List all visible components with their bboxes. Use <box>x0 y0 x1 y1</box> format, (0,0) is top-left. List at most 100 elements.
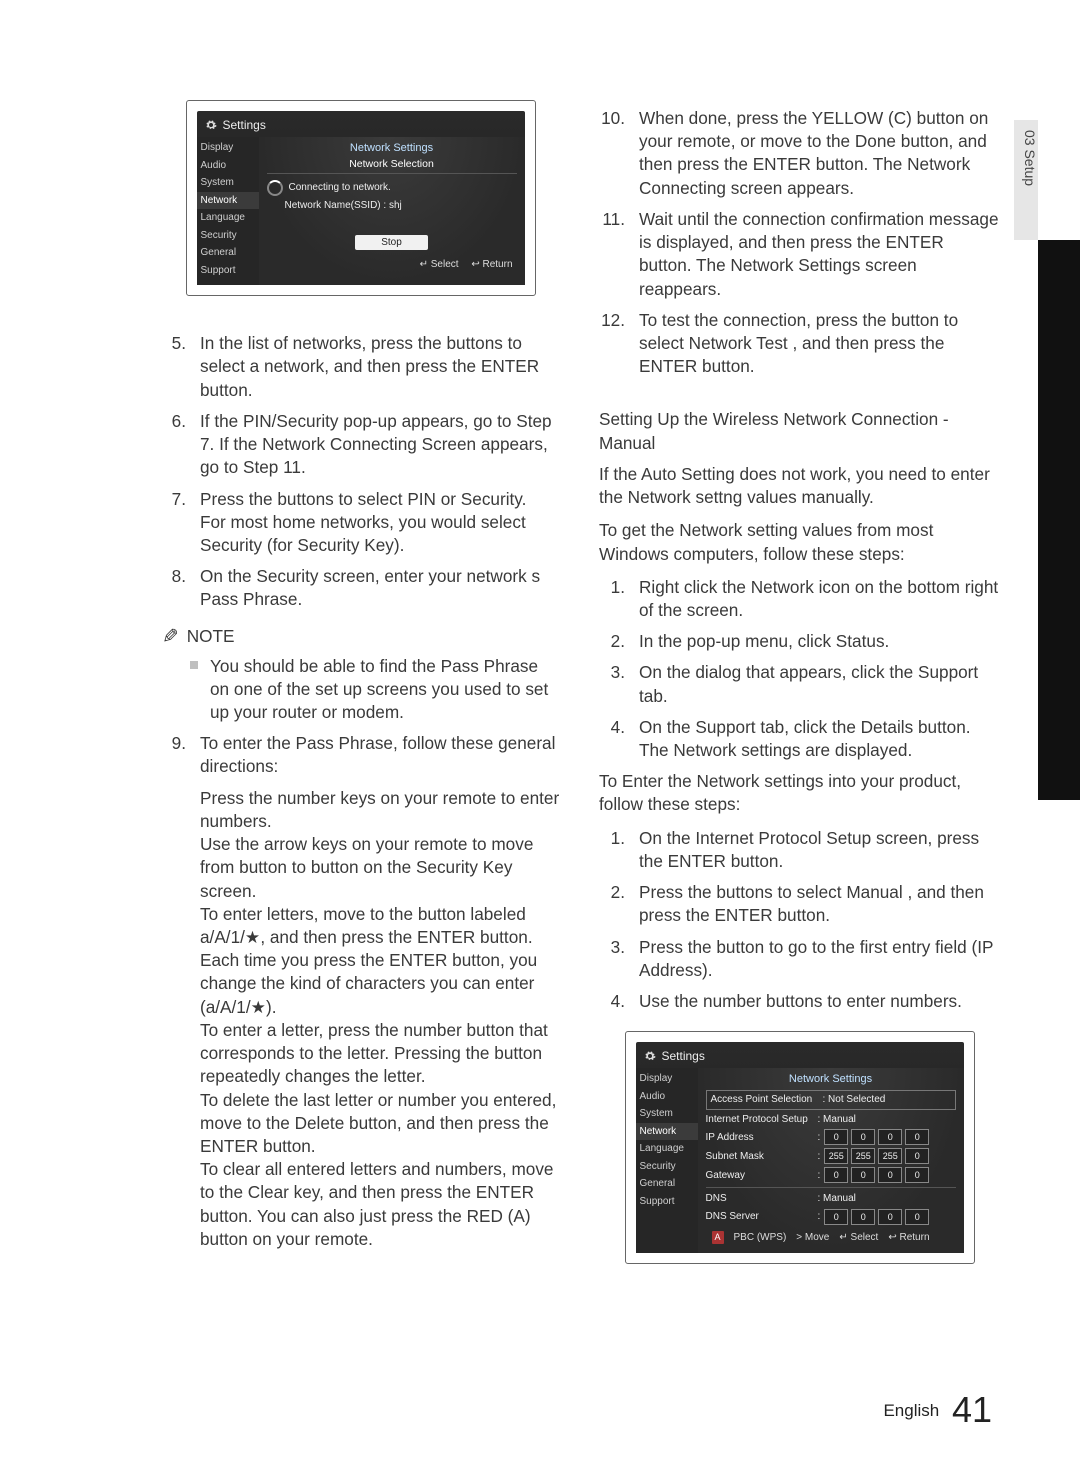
note-label: NOTE <box>187 625 235 648</box>
panel-title: Network Settings <box>267 141 517 156</box>
figure-manual-ip: Settings Display Audio System Network La… <box>625 1031 975 1264</box>
ip-octet[interactable]: 255 <box>851 1148 875 1164</box>
step-text: On the Internet Protocol Setup screen, p… <box>639 827 1000 873</box>
step-number: 7. <box>160 488 186 558</box>
ip-row-label: Gateway <box>706 1169 814 1183</box>
sidebar-item: Security <box>197 227 259 245</box>
sidebar-item: Language <box>197 209 259 227</box>
ip-octet[interactable]: 0 <box>878 1209 902 1225</box>
note-text: You should be able to ﬁnd the Pass Phras… <box>210 655 561 725</box>
ip-octet[interactable]: 0 <box>851 1209 875 1225</box>
ap-label: Access Point Selection <box>711 1093 819 1107</box>
step-number: 2. <box>599 881 625 927</box>
gear-icon <box>205 119 217 131</box>
spinner-icon <box>267 180 283 196</box>
stop-button[interactable]: Stop <box>355 235 428 251</box>
step-number: 4. <box>599 716 625 762</box>
footer-return: ↩ Return <box>888 1231 929 1245</box>
note-icon: ✎ <box>162 624 179 651</box>
chapter-tab: 03 Setup <box>1014 120 1038 240</box>
ip-octet[interactable]: 255 <box>878 1148 902 1164</box>
page: Settings Display Audio System Network La… <box>0 0 1080 1479</box>
right-column: 10.When done, press the YELLOW (C) butto… <box>599 100 1010 1300</box>
sidebar-item: General <box>636 1175 698 1193</box>
footer-select: ↵ Select <box>420 259 459 270</box>
gear-icon <box>644 1050 656 1062</box>
step-text: On the Support tab, click the Details bu… <box>639 716 1000 762</box>
panel-title: Network Settings <box>706 1072 956 1087</box>
paragraph: If the Auto Setting does not work, you n… <box>599 463 1000 509</box>
step-number: 8. <box>160 565 186 611</box>
step-number: 12. <box>599 309 625 379</box>
footer-move: > Move <box>796 1231 829 1245</box>
left-column: Settings Display Audio System Network La… <box>160 100 561 1300</box>
ip-octet[interactable]: 0 <box>878 1129 902 1145</box>
step-text: If the PIN/Security pop-up appears, go t… <box>200 410 561 480</box>
page-number: English 41 <box>883 1389 992 1431</box>
sidebar-item-active: Network <box>636 1123 698 1141</box>
step-text: Wait until the connection conﬁrmation me… <box>639 208 1000 301</box>
step-number: 3. <box>599 661 625 707</box>
figure1-sidebar: Display Audio System Network Language Se… <box>197 137 259 285</box>
step-text: In the pop-up menu, click Status. <box>639 630 1000 653</box>
paragraph: To Enter the Network settings into your … <box>599 770 1000 816</box>
step-text: Right click the Network icon on the bott… <box>639 576 1000 622</box>
footer-pbc: PBC (WPS) <box>734 1231 787 1245</box>
step-text: To enter the Pass Phrase, follow these g… <box>200 732 561 778</box>
footer-select: ↵ Select <box>839 1231 878 1245</box>
connecting-text: Connecting to network. <box>289 181 391 195</box>
ip-octet[interactable]: 0 <box>851 1167 875 1183</box>
sidebar-item: Support <box>197 262 259 280</box>
dns-value: : Manual <box>818 1192 856 1206</box>
sidebar-item: Support <box>636 1193 698 1211</box>
step-number: 11. <box>599 208 625 301</box>
step-text: On the dialog that appears, click the Su… <box>639 661 1000 707</box>
page-num: 41 <box>952 1389 992 1430</box>
ssid-text: Network Name(SSID) : shj <box>285 199 402 213</box>
step-number: 10. <box>599 107 625 200</box>
ip-octet[interactable]: 0 <box>824 1209 848 1225</box>
dns-server-label: DNS Server <box>706 1210 814 1224</box>
step-number: 9. <box>160 732 186 778</box>
page-lang: English <box>883 1401 939 1420</box>
step-text: Press the buttons to select PIN or Secur… <box>200 488 561 558</box>
edge-tab <box>1038 240 1080 800</box>
sidebar-item: Display <box>197 139 259 157</box>
step-number: 6. <box>160 410 186 480</box>
step-text: Press the button to go to the ﬁrst entry… <box>639 936 1000 982</box>
ip-octet[interactable]: 0 <box>824 1129 848 1145</box>
figure2-sidebar: Display Audio System Network Language Se… <box>636 1068 698 1253</box>
ip-octet[interactable]: 0 <box>878 1167 902 1183</box>
section-heading: Setting Up the Wireless Network Connecti… <box>599 408 1000 454</box>
sidebar-item: Audio <box>197 157 259 175</box>
figure2-title: Settings <box>662 1048 705 1064</box>
step-text: To test the connection, press the button… <box>639 309 1000 379</box>
ap-value: : Not Selected <box>823 1093 886 1107</box>
ip-octet[interactable]: 0 <box>905 1129 929 1145</box>
ips-label: Internet Protocol Setup <box>706 1113 814 1127</box>
ip-octet[interactable]: 0 <box>851 1129 875 1145</box>
ip-octet[interactable]: 0 <box>824 1167 848 1183</box>
step-number: 2. <box>599 630 625 653</box>
panel-subtitle: Network Selection <box>267 157 517 174</box>
sidebar-item: General <box>197 244 259 262</box>
ip-octet[interactable]: 255 <box>824 1148 848 1164</box>
step-number: 4. <box>599 990 625 1013</box>
sidebar-item-active: Network <box>197 192 259 210</box>
ips-value: : Manual <box>818 1113 856 1127</box>
ip-octet[interactable]: 0 <box>905 1209 929 1225</box>
dns-label: DNS <box>706 1192 814 1206</box>
sidebar-item: Security <box>636 1158 698 1176</box>
step-number: 3. <box>599 936 625 982</box>
footer-return: ↩ Return <box>471 259 512 270</box>
ip-octet[interactable]: 0 <box>905 1167 929 1183</box>
ip-row-label: Subnet Mask <box>706 1150 814 1164</box>
step-number: 1. <box>599 827 625 873</box>
bullet-icon <box>190 661 198 669</box>
step9-body: Press the number keys on your remote to … <box>200 787 561 1251</box>
step-text: Press the buttons to select Manual , and… <box>639 881 1000 927</box>
step-text: On the Security screen, enter your netwo… <box>200 565 561 611</box>
sidebar-item: Audio <box>636 1088 698 1106</box>
a-button-icon: A <box>712 1231 724 1245</box>
ip-octet[interactable]: 0 <box>905 1148 929 1164</box>
